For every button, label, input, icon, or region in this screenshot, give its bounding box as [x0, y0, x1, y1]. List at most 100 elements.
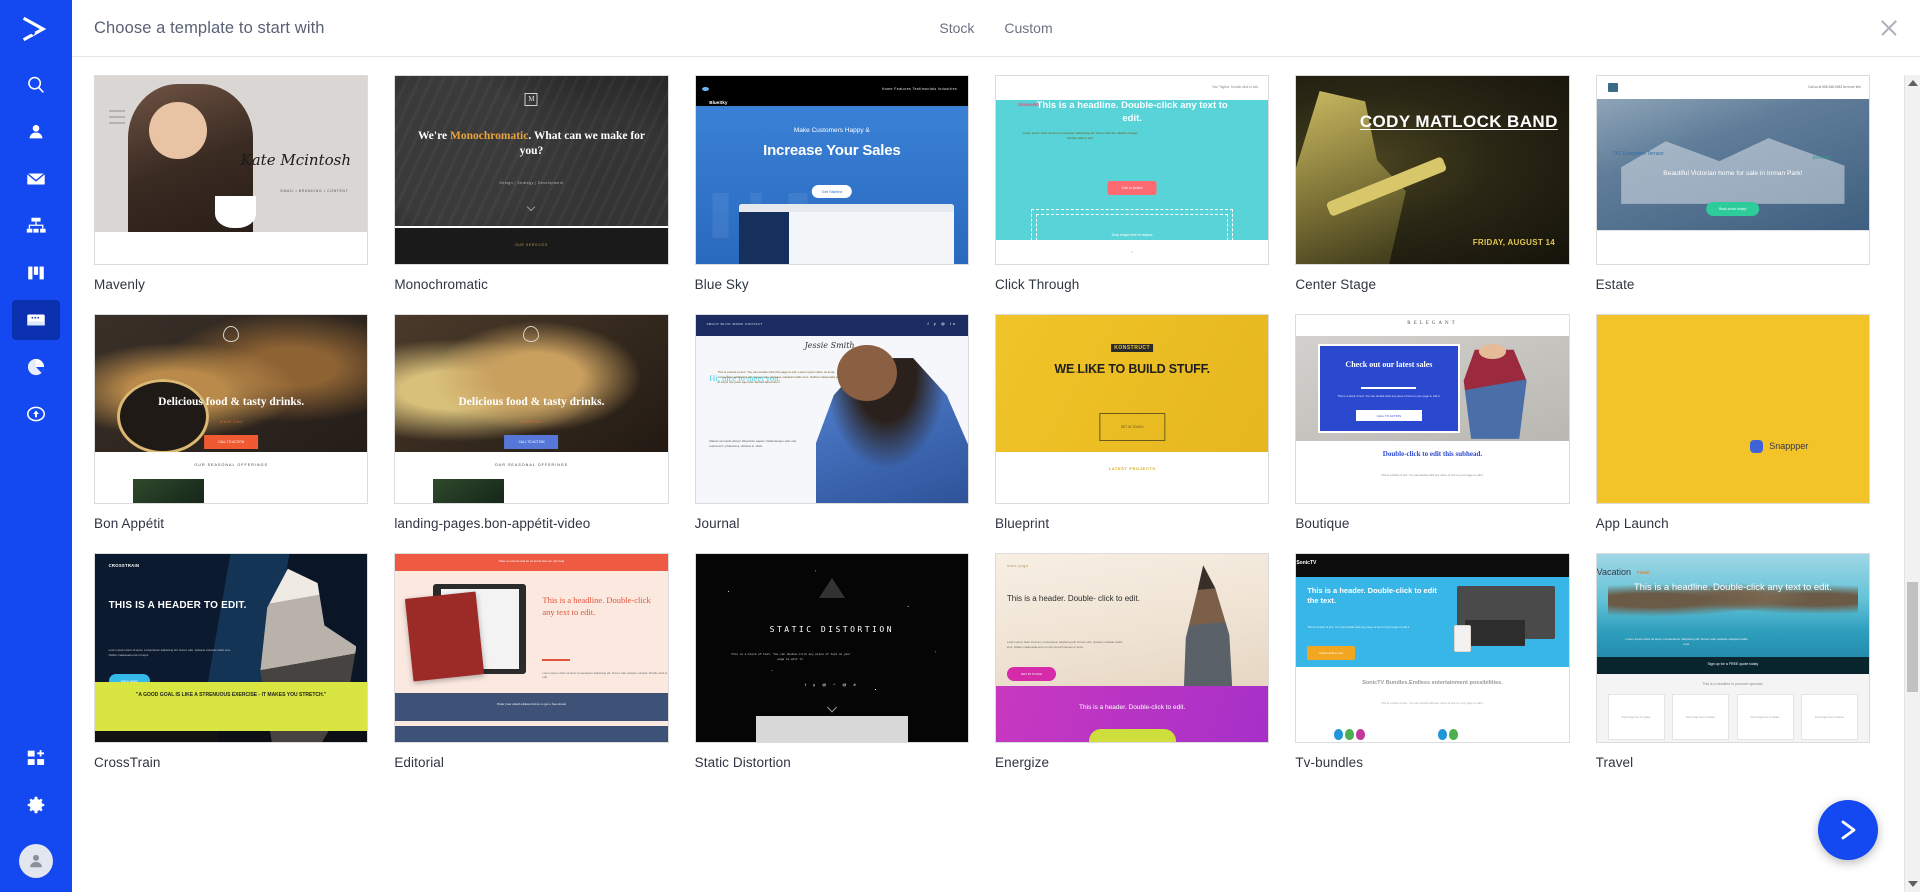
- template-name: Tv-bundles: [1295, 755, 1364, 770]
- preview-section: OUR SEASONAL OFFERINGS: [494, 463, 569, 468]
- preview-h1: Delicious food & tasty drinks.: [158, 395, 305, 408]
- template-thumbnail[interactable]: Take a moment and let us know how we can…: [394, 553, 669, 743]
- gear-icon: [27, 796, 45, 814]
- template-card[interactable]: CODY MATLOCK BAND FRIDAY, AUGUST 14 Cent…: [1295, 75, 1570, 292]
- template-thumbnail[interactable]: SonicTV This is a header. Double-click t…: [1295, 553, 1570, 743]
- preview-address: 742 Evergreen Terrace: [1612, 151, 1664, 158]
- social-icons: f y @ in: [927, 321, 958, 327]
- template-card[interactable]: SonicTV This is a header. Double-click t…: [1295, 553, 1570, 770]
- preview-h1: Delicious food & tasty drinks.: [458, 395, 605, 408]
- sidebar-item-settings[interactable]: [12, 785, 60, 825]
- automations-icon: [26, 217, 46, 233]
- template-thumbnail[interactable]: M We're Monochromatic. What can we make …: [394, 75, 669, 265]
- template-card[interactable]: Vacation Finder This is a headline. Doubl…: [1595, 553, 1870, 770]
- template-card[interactable]: Call us at 555-348-9283 for more info Be…: [1595, 75, 1870, 292]
- template-preview-click-through: SimpleBiz Your Tagline. Double-click to …: [996, 76, 1269, 264]
- tab-custom[interactable]: Custom: [1004, 20, 1052, 36]
- template-thumbnail[interactable]: Call us at 555-348-9283 for more info Be…: [1595, 75, 1870, 265]
- template-thumbnail[interactable]: Kate Mcintosh EMAIL • BRANDING • CONTENT: [94, 75, 369, 265]
- template-card[interactable]: STATIC DISTORTION This is a block of tex…: [694, 553, 969, 770]
- sidebar-item-apps[interactable]: [12, 738, 60, 778]
- template-name: Blueprint: [995, 516, 1050, 531]
- avatar[interactable]: [19, 844, 53, 878]
- reports-icon: [27, 358, 45, 376]
- template-card[interactable]: Kate Mcintosh EMAIL • BRANDING • CONTENT…: [94, 75, 369, 292]
- preview-body: This is a block of text. You can double-…: [1307, 625, 1410, 630]
- template-thumbnail[interactable]: ABOUT BLOG WORK CONTACT f y @ in Jessie …: [694, 314, 969, 504]
- template-card[interactable]: BlueSky Home Features Testimonials Indus…: [694, 75, 969, 292]
- contacts-icon: [29, 125, 43, 139]
- ornament-icon: [223, 326, 240, 343]
- preview-body: Lorem ipsum dolor sit amet consectetuer …: [542, 670, 668, 680]
- conversations-icon: [26, 406, 46, 422]
- preview-name: Jessie Smith: [804, 341, 855, 351]
- sidebar-item-reports[interactable]: [12, 347, 60, 387]
- template-name: Bon Appétit: [94, 516, 165, 531]
- template-thumbnail[interactable]: Delicious food & tasty drinks. SINCE 200…: [394, 314, 669, 504]
- template-card[interactable]: Snappper Lorem ipsum dolor sit amet, con…: [1595, 314, 1870, 531]
- preview-subbody: This is a block of text. You can double-…: [1381, 700, 1484, 705]
- preview-body: This is a block of text. You can double-…: [717, 369, 841, 384]
- template-card[interactable]: CROSSTRAIN THIS IS A HEADER TO EDIT. Lor…: [94, 553, 369, 770]
- preview-body: This is a block of text. You can double-…: [731, 651, 851, 661]
- preview-cta: Book a tour today!: [1706, 201, 1760, 216]
- template-card[interactable]: SimpleBiz Your Tagline. Double-click to …: [995, 75, 1270, 292]
- template-preview-static-distortion: STATIC DISTORTION This is a block of tex…: [695, 554, 968, 742]
- template-thumbnail[interactable]: CROSSTRAIN THIS IS A HEADER TO EDIT. Lor…: [94, 553, 369, 743]
- page-title: Choose a template to start with: [94, 18, 325, 37]
- sidebar-item-deals[interactable]: [12, 253, 60, 293]
- template-card[interactable]: M We're Monochromatic. What can we make …: [394, 75, 669, 292]
- template-card[interactable]: Delicious food & tasty drinks. SINCE 200…: [94, 314, 369, 531]
- close-icon[interactable]: [1876, 15, 1902, 41]
- sidebar-item-pages[interactable]: [12, 300, 60, 340]
- preview-logo-accent: Finder: [1637, 569, 1650, 575]
- template-preview-journal: ABOUT BLOG WORK CONTACT f y @ in Jessie …: [695, 315, 968, 503]
- preview-kicker: Make Customers Happy &: [793, 126, 870, 134]
- sidebar-item-search[interactable]: [12, 65, 60, 105]
- template-name: Center Stage: [1295, 277, 1377, 292]
- tab-stock[interactable]: Stock: [939, 20, 974, 36]
- scroll-up-arrow[interactable]: [1905, 75, 1920, 91]
- preview-body: This is a block of text. You can double-…: [1337, 394, 1441, 399]
- template-card[interactable]: lotus yoga This is a header. Double- cli…: [995, 553, 1270, 770]
- preview-date: FRIDAY, AUGUST 14: [1472, 238, 1556, 248]
- scrollbar-thumb[interactable]: [1907, 581, 1918, 692]
- sidebar-item-contacts[interactable]: [12, 112, 60, 152]
- preview-section: OUR SEASONAL OFFERINGS: [194, 463, 268, 468]
- template-thumbnail[interactable]: Snappper Lorem ipsum dolor sit amet, con…: [1595, 314, 1870, 504]
- preview-brand: RELEGANT: [1407, 320, 1458, 326]
- template-thumbnail[interactable]: STATIC DISTORTION This is a block of tex…: [694, 553, 969, 743]
- template-thumbnail[interactable]: CODY MATLOCK BAND FRIDAY, AUGUST 14: [1295, 75, 1570, 265]
- template-thumbnail[interactable]: Delicious food & tasty drinks. SINCE 200…: [94, 314, 369, 504]
- template-thumbnail[interactable]: KONSTRUCT WE LIKE TO BUILD STUFF. This i…: [995, 314, 1270, 504]
- preview-h1: Beautiful Victorian home for sale in Inm…: [1663, 170, 1803, 177]
- template-thumbnail[interactable]: lotus yoga This is a header. Double- cli…: [995, 553, 1270, 743]
- activecampaign-logo[interactable]: [21, 14, 51, 49]
- send-arrow-icon: [1841, 820, 1856, 840]
- template-name: Editorial: [394, 755, 445, 770]
- preview-call: Call us at 555-348-9283 for more info: [1808, 85, 1861, 90]
- sidebar-item-conversations[interactable]: [12, 394, 60, 434]
- vertical-scrollbar[interactable]: [1904, 75, 1920, 892]
- template-card[interactable]: RELEGANT Check out our latest sales This…: [1295, 314, 1570, 531]
- template-name: landing-pages.bon-appétit-video: [394, 516, 591, 531]
- template-card[interactable]: ABOUT BLOG WORK CONTACT f y @ in Jessie …: [694, 314, 969, 531]
- template-card[interactable]: Delicious food & tasty drinks. SINCE 200…: [394, 314, 669, 531]
- deals-icon: [28, 266, 44, 280]
- preview-h1b: . What can we make for you?: [519, 129, 646, 158]
- preview-body: Lorem ipsum dolor sit amet, consectetuer…: [1006, 640, 1123, 650]
- template-card[interactable]: Take a moment and let us know how we can…: [394, 553, 669, 770]
- help-chat-fab[interactable]: [1818, 800, 1878, 860]
- sidebar-item-automations[interactable]: [12, 206, 60, 246]
- sidebar-item-campaigns[interactable]: [12, 159, 60, 199]
- template-thumbnail[interactable]: Vacation Finder This is a headline. Doubl…: [1595, 553, 1870, 743]
- preview-card-slot: Drop image here to replace: [1736, 694, 1794, 741]
- scroll-down-arrow[interactable]: [1905, 876, 1920, 892]
- template-thumbnail[interactable]: RELEGANT Check out our latest sales This…: [1295, 314, 1570, 504]
- preview-body-2: Mauris necmodo dictum bibendum sapien. P…: [709, 439, 797, 449]
- template-card[interactable]: KONSTRUCT WE LIKE TO BUILD STUFF. This i…: [995, 314, 1270, 531]
- preview-menu: Home Features Testimonials Industries: [881, 87, 958, 92]
- template-thumbnail[interactable]: BlueSky Home Features Testimonials Indus…: [694, 75, 969, 265]
- template-thumbnail[interactable]: SimpleBiz Your Tagline. Double-click to …: [995, 75, 1270, 265]
- sidebar-bottom: [12, 738, 60, 892]
